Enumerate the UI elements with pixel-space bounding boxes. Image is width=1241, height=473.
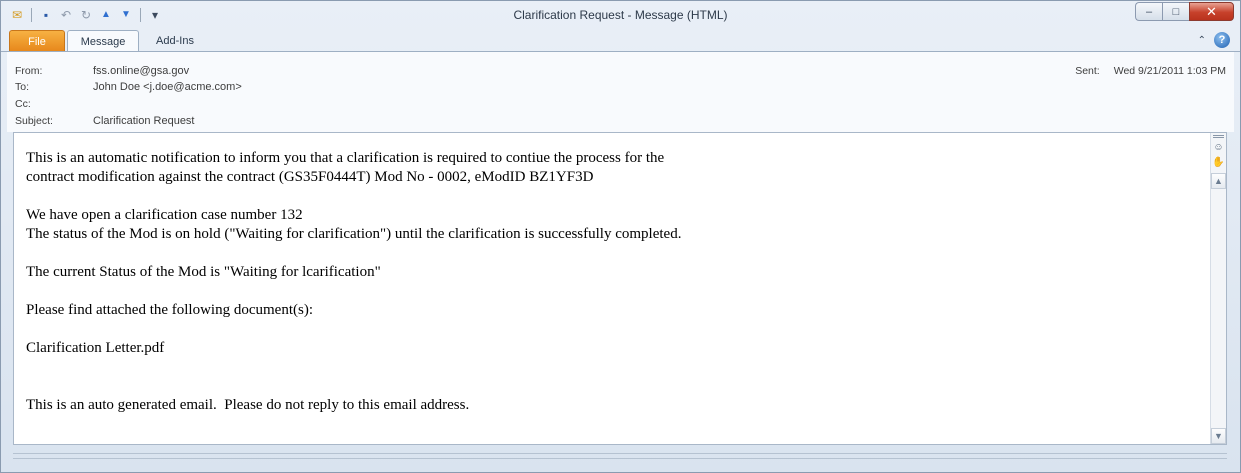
window-controls: – □ ✕ bbox=[1135, 2, 1234, 21]
message-text: This is an automatic notification to inf… bbox=[26, 149, 1206, 415]
subject-label: Subject: bbox=[15, 115, 53, 127]
message-line: This is an auto generated email. Please … bbox=[26, 397, 470, 413]
from-label: From: bbox=[15, 65, 43, 77]
message-line: Clarification Letter.pdf bbox=[26, 340, 165, 356]
subject-value: Clarification Request bbox=[93, 115, 195, 127]
vertical-scrollbar[interactable]: ☺ ✋ ▲ ▼ bbox=[1210, 133, 1226, 444]
sent-value: Wed 9/21/2011 1:03 PM bbox=[1113, 65, 1226, 77]
outlook-message-window: ✉ ▪ ↶ ↻ ▲ ▼ ▾ Clarification Request - Me… bbox=[0, 0, 1241, 473]
message-line: The current Status of the Mod is "Waitin… bbox=[26, 264, 381, 280]
tab-file[interactable]: File bbox=[9, 30, 65, 52]
people-pane-icon[interactable]: ☺ bbox=[1212, 141, 1225, 154]
maximize-button[interactable]: □ bbox=[1162, 2, 1189, 21]
minimize-button[interactable]: – bbox=[1135, 2, 1162, 21]
message-body[interactable]: This is an automatic notification to inf… bbox=[13, 132, 1227, 445]
message-line: contract modification against the contra… bbox=[26, 169, 594, 185]
sent-info: Sent: Wed 9/21/2011 1:03 PM bbox=[1075, 65, 1226, 77]
ribbon-tabs: File Message Add-Ins bbox=[9, 30, 211, 52]
split-grip[interactable] bbox=[1213, 135, 1224, 138]
window-title: Clarification Request - Message (HTML) bbox=[513, 8, 728, 22]
message-line: We have open a clarification case number… bbox=[26, 207, 303, 223]
subject-row: Subject: Clarification Request bbox=[15, 113, 195, 129]
minimize-ribbon-icon[interactable]: ⌃ bbox=[1198, 35, 1206, 46]
message-line: Please find attached the following docum… bbox=[26, 302, 313, 318]
from-value[interactable]: fss.online@gsa.gov bbox=[93, 65, 189, 77]
scroll-down-button[interactable]: ▼ bbox=[1211, 428, 1226, 444]
to-label: To: bbox=[15, 81, 30, 93]
message-line: This is an automatic notification to inf… bbox=[26, 150, 665, 166]
message-line: The status of the Mod is on hold ("Waiti… bbox=[26, 226, 682, 242]
tab-add-ins[interactable]: Add-Ins bbox=[139, 30, 211, 52]
sent-label: Sent: bbox=[1075, 65, 1100, 77]
hand-icon[interactable]: ✋ bbox=[1212, 156, 1225, 169]
close-button[interactable]: ✕ bbox=[1189, 2, 1234, 21]
status-bar bbox=[13, 453, 1227, 459]
tab-message[interactable]: Message bbox=[67, 30, 139, 52]
title-bar: ✉ ▪ ↶ ↻ ▲ ▼ ▾ Clarification Request - Me… bbox=[1, 1, 1240, 30]
to-row: To: John Doe <j.doe@acme.com> bbox=[15, 79, 242, 95]
ribbon-right-controls: ⌃ ? bbox=[1198, 32, 1230, 48]
help-icon[interactable]: ? bbox=[1214, 32, 1230, 48]
to-value[interactable]: John Doe <j.doe@acme.com> bbox=[93, 81, 242, 93]
cc-label: Cc: bbox=[15, 98, 31, 110]
from-row: From: fss.online@gsa.gov bbox=[15, 63, 189, 79]
scroll-up-button[interactable]: ▲ bbox=[1211, 173, 1226, 189]
message-header: From: fss.online@gsa.gov To: John Doe <j… bbox=[7, 52, 1234, 132]
cc-row: Cc: bbox=[15, 96, 93, 112]
